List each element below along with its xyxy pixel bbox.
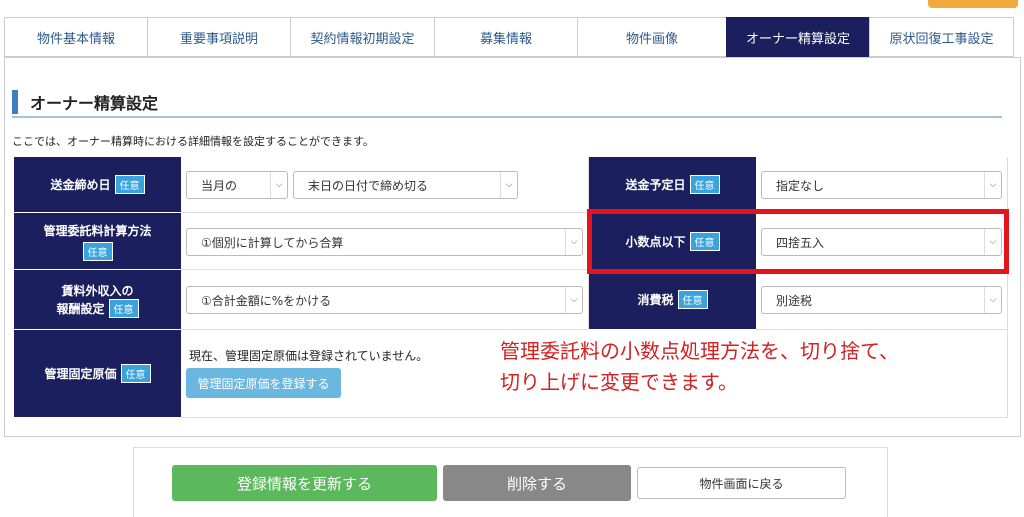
section-accent-bar bbox=[12, 90, 18, 114]
tab-owner-settlement[interactable]: オーナー精算設定 bbox=[726, 17, 869, 57]
closing-month-value: 当月の bbox=[201, 178, 238, 193]
consumption-tax-select-value: 別途税 bbox=[776, 293, 813, 308]
update-button[interactable]: 登録情報を更新する bbox=[172, 465, 437, 501]
mgmt-fee-method-select[interactable]: ①個別に計算してから合算 ⌵ bbox=[186, 228, 583, 256]
page-title: オーナー精算設定 bbox=[30, 94, 159, 113]
tab-property-images[interactable]: 物件画像 bbox=[577, 17, 726, 57]
tab-contract-initial[interactable]: 契約情報初期設定 bbox=[290, 17, 434, 57]
register-fixed-cost-button[interactable]: 管理固定原価を登録する bbox=[186, 368, 341, 398]
section-description: ここでは、オーナー精算時における詳細情報を設定することができます。 bbox=[12, 135, 374, 148]
optional-badge: 任意 bbox=[114, 175, 145, 194]
optional-badge: 任意 bbox=[677, 290, 708, 309]
optional-badge: 任意 bbox=[108, 298, 139, 318]
closing-rule-value: 末日の日付で締め切る bbox=[308, 178, 429, 193]
top-action-button[interactable] bbox=[928, 0, 1018, 8]
other-income-text-2: 報酬設定 bbox=[56, 301, 105, 316]
other-income-label: 賃料外収入の 報酬設定 任意 bbox=[14, 270, 181, 330]
scheduled-day-select[interactable]: 指定なし ⌵ bbox=[761, 171, 1002, 199]
optional-badge: 任意 bbox=[120, 364, 151, 383]
mgmt-fee-method-label: 管理委託料計算方法 任意 bbox=[14, 213, 181, 270]
mgmt-fee-method-text: 管理委託料計算方法 bbox=[43, 223, 152, 238]
consumption-tax-label: 消費税 任意 bbox=[589, 270, 756, 330]
other-income-select-value: ①合計金額に%をかける bbox=[201, 293, 332, 308]
scheduled-day-select-value: 指定なし bbox=[776, 178, 825, 193]
scheduled-day-text: 送金予定日 bbox=[625, 178, 686, 192]
tab-property-basic[interactable]: 物件基本情報 bbox=[4, 17, 147, 57]
mgmt-fee-method-select-value: ①個別に計算してから合算 bbox=[201, 235, 344, 250]
tab-recruitment[interactable]: 募集情報 bbox=[434, 17, 577, 57]
chevron-down-icon: ⌵ bbox=[565, 229, 582, 255]
closing-day-text: 送金締め日 bbox=[50, 178, 111, 192]
fixed-cost-status: 現在、管理固定原価は登録されていません。 bbox=[189, 349, 429, 363]
annotation-note: 管理委託料の小数点処理方法を、切り捨て、 切り上げに変更できます。 bbox=[500, 336, 899, 398]
chevron-down-icon: ⌵ bbox=[984, 287, 1001, 313]
consumption-tax-text: 消費税 bbox=[637, 293, 674, 307]
tab-bar: 物件基本情報 重要事項説明 契約情報初期設定 募集情報 物件画像 オーナー精算設… bbox=[4, 17, 1014, 57]
chevron-down-icon: ⌵ bbox=[270, 172, 287, 198]
consumption-tax-select[interactable]: 別途税 ⌵ bbox=[761, 286, 1002, 314]
tab-restoration[interactable]: 原状回復工事設定 bbox=[869, 17, 1014, 57]
closing-rule-select[interactable]: 末日の日付で締め切る ⌵ bbox=[293, 171, 518, 199]
chevron-down-icon: ⌵ bbox=[565, 287, 582, 313]
closing-day-label: 送金締め日 任意 bbox=[14, 157, 181, 213]
optional-badge: 任意 bbox=[689, 175, 720, 194]
tab-important-matters[interactable]: 重要事項説明 bbox=[147, 17, 290, 57]
chevron-down-icon: ⌵ bbox=[984, 172, 1001, 198]
optional-badge: 任意 bbox=[82, 241, 113, 261]
chevron-down-icon: ⌵ bbox=[500, 172, 517, 198]
highlight-box bbox=[587, 209, 1009, 274]
fixed-cost-text: 管理固定原価 bbox=[44, 367, 117, 381]
section-header: オーナー精算設定 bbox=[12, 88, 1002, 118]
fixed-cost-label: 管理固定原価 任意 bbox=[14, 330, 181, 418]
other-income-text-1: 賃料外収入の bbox=[61, 283, 134, 298]
annotation-line-1: 管理委託料の小数点処理方法を、切り捨て、 bbox=[500, 339, 899, 363]
closing-month-select[interactable]: 当月の ⌵ bbox=[186, 171, 288, 199]
delete-button[interactable]: 削除する bbox=[443, 465, 631, 501]
back-to-property-button[interactable]: 物件画面に戻る bbox=[637, 467, 846, 499]
annotation-line-2: 切り上げに変更できます。 bbox=[500, 370, 738, 394]
other-income-select[interactable]: ①合計金額に%をかける ⌵ bbox=[186, 286, 583, 314]
scheduled-day-label: 送金予定日 任意 bbox=[589, 157, 756, 213]
